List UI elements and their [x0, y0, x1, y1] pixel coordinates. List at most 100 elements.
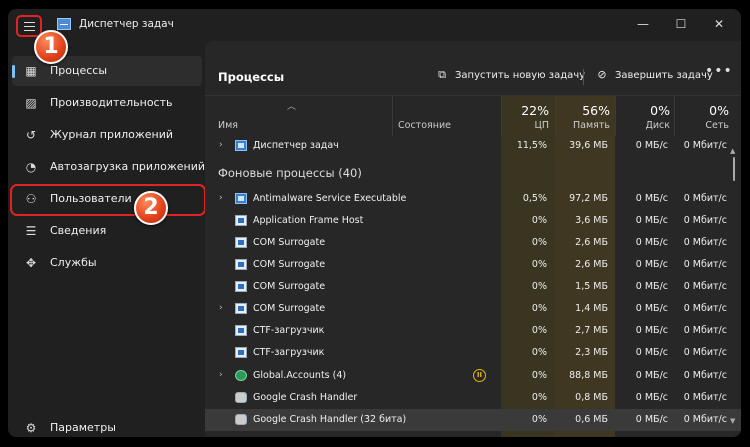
cpu-value: 0%	[531, 215, 547, 226]
window-process-icon	[235, 281, 247, 292]
window-process-icon	[235, 325, 247, 336]
chevron-right-icon[interactable]: ›	[219, 370, 223, 380]
window-title: Диспетчер задач	[79, 18, 174, 30]
column-header-name[interactable]: Имя	[218, 120, 238, 131]
background-processes-heading: Фоновые процессы (40)	[218, 166, 362, 180]
memory-usage-percent[interactable]: 56%	[555, 103, 610, 118]
task-manager-app-icon	[57, 18, 71, 30]
table-row[interactable]: COM Surrogate 0% 2,6 МБ 0 МБ/с 0 Мбит/с	[205, 232, 741, 254]
disk-value: 0 МБ/с	[635, 193, 668, 204]
column-header-memory[interactable]: Память	[555, 120, 610, 131]
more-options-button[interactable]: •••	[705, 63, 733, 79]
process-name: Google Crash Handler	[253, 392, 358, 403]
task-manager-process-icon	[235, 140, 247, 151]
sidebar-item-label: Параметры	[50, 421, 116, 434]
table-row[interactable]: › COM Surrogate 0% 1,4 МБ 0 МБ/с 0 Мбит/…	[205, 298, 741, 320]
disk-usage-percent[interactable]: 0%	[615, 103, 670, 118]
table-row[interactable]: CTF-загрузчик 0% 2,7 МБ 0 МБ/с 0 Мбит/с	[205, 320, 741, 342]
minimize-button[interactable]: —	[631, 13, 655, 35]
window-process-icon	[235, 215, 247, 226]
scroll-thumb[interactable]	[733, 157, 735, 181]
process-name: COM Surrogate	[253, 303, 326, 314]
memory-value: 88,8 МБ	[569, 370, 608, 381]
cpu-value: 11,5%	[516, 140, 547, 151]
sort-ascending-icon[interactable]: ︿	[287, 99, 296, 112]
chevron-right-icon[interactable]: ›	[219, 193, 223, 203]
end-task-label: Завершить задачу	[615, 70, 713, 81]
network-value: 0 Мбит/с	[683, 370, 727, 381]
memory-value: 0,6 МБ	[575, 414, 608, 425]
maximize-button[interactable]: ☐	[669, 13, 693, 35]
process-name: Диспетчер задач	[253, 140, 339, 151]
list-icon: ☰	[25, 224, 37, 238]
main-panel: Процессы ⧉ Запустить новую задачу ⊘ Заве…	[205, 41, 741, 437]
users-highlight-frame	[10, 184, 206, 216]
gear-icon: ⚙	[25, 421, 37, 435]
column-header-state[interactable]: Состояние	[398, 120, 451, 131]
disk-value: 0 МБ/с	[635, 370, 668, 381]
sidebar-item-label: Службы	[50, 256, 97, 269]
menu-hamburger-icon[interactable]	[16, 15, 42, 37]
cpu-value: 0%	[531, 281, 547, 292]
table-row[interactable]: Application Frame Host 0% 3,6 МБ 0 МБ/с …	[205, 210, 741, 232]
vertical-scrollbar[interactable]: ▲ ▼	[730, 147, 737, 437]
disk-value: 0 МБ/с	[635, 303, 668, 314]
cpu-value: 0%	[531, 392, 547, 403]
sidebar-item-app-history[interactable]: ↺ Журнал приложений	[12, 120, 202, 150]
disk-value: 0 МБ/с	[635, 414, 668, 425]
end-task-icon: ⊘	[597, 68, 607, 81]
network-value: 0 Мбит/с	[683, 392, 727, 403]
grid-icon: ▦	[25, 64, 37, 78]
window-process-icon	[235, 237, 247, 248]
memory-value: 2,7 МБ	[575, 325, 608, 336]
cpu-value: 0,5%	[522, 193, 547, 204]
sidebar-item-settings[interactable]: ⚙ Параметры	[12, 413, 202, 437]
sidebar-item-services[interactable]: ✥ Службы	[12, 248, 202, 278]
sidebar-item-label: Производительность	[50, 96, 173, 109]
step-badge-1: 1	[34, 30, 68, 64]
close-button[interactable]: ✕	[707, 13, 731, 35]
memory-value: 97,2 МБ	[569, 193, 608, 204]
process-name: CTF-загрузчик	[253, 347, 325, 358]
process-name: COM Surrogate	[253, 259, 326, 270]
table-row[interactable]: COM Surrogate 0% 2,6 МБ 0 МБ/с 0 Мбит/с	[205, 254, 741, 276]
memory-value: 3,6 МБ	[575, 215, 608, 226]
memory-value: 2,6 МБ	[575, 237, 608, 248]
disk-value: 0 МБ/с	[635, 215, 668, 226]
column-header-disk[interactable]: Диск	[615, 120, 670, 131]
disk-value: 0 МБ/с	[635, 347, 668, 358]
network-usage-percent[interactable]: 0%	[674, 103, 729, 118]
table-row[interactable]: › Диспетчер задач 11,5% 39,6 МБ 0 МБ/с 0…	[205, 135, 741, 157]
column-header-network[interactable]: Сеть	[674, 120, 729, 131]
suspended-pause-icon: II	[473, 369, 486, 382]
table-row-selected[interactable]: Google Crash Handler (32 бита) 0% 0,6 МБ…	[205, 409, 741, 431]
globe-process-icon	[235, 370, 247, 381]
scroll-down-icon[interactable]: ▼	[730, 417, 735, 425]
cpu-value: 0%	[531, 370, 547, 381]
table-row[interactable]: › Global.Accounts (4) II 0% 88,8 МБ 0 МБ…	[205, 365, 741, 387]
cpu-value: 0%	[531, 259, 547, 270]
page-title: Процессы	[218, 70, 285, 84]
memory-value: 2,6 МБ	[575, 259, 608, 270]
sidebar-item-performance[interactable]: ▨ Производительность	[12, 88, 202, 118]
disk-value: 0 МБ/с	[635, 140, 668, 151]
sidebar-item-label: Процессы	[50, 64, 108, 77]
table-row[interactable]: COM Surrogate 0% 1,5 МБ 0 МБ/с 0 Мбит/с	[205, 276, 741, 298]
cpu-usage-percent[interactable]: 22%	[501, 103, 549, 118]
sidebar-item-startup-apps[interactable]: ◔ Автозагрузка приложений	[12, 152, 205, 182]
activity-icon: ▨	[25, 96, 37, 110]
new-task-icon: ⧉	[438, 68, 446, 81]
sidebar-item-label: Автозагрузка приложений	[50, 160, 205, 173]
sidebar-item-details[interactable]: ☰ Сведения	[12, 216, 202, 246]
disk-value: 0 МБ/с	[635, 281, 668, 292]
chevron-right-icon[interactable]: ›	[219, 140, 223, 150]
table-row[interactable]: CTF-загрузчик 0% 2,3 МБ 0 МБ/с 0 Мбит/с	[205, 342, 741, 364]
memory-value: 0,8 МБ	[575, 392, 608, 403]
table-row[interactable]: › Antimalware Service Executable 0,5% 97…	[205, 188, 741, 210]
scroll-up-icon[interactable]: ▲	[730, 147, 735, 155]
column-header-cpu[interactable]: ЦП	[501, 120, 549, 131]
table-row[interactable]: Google Crash Handler 0% 0,8 МБ 0 МБ/с 0 …	[205, 387, 741, 409]
chevron-right-icon[interactable]: ›	[219, 303, 223, 313]
crash-handler-process-icon	[235, 414, 247, 425]
window-process-icon	[235, 303, 247, 314]
